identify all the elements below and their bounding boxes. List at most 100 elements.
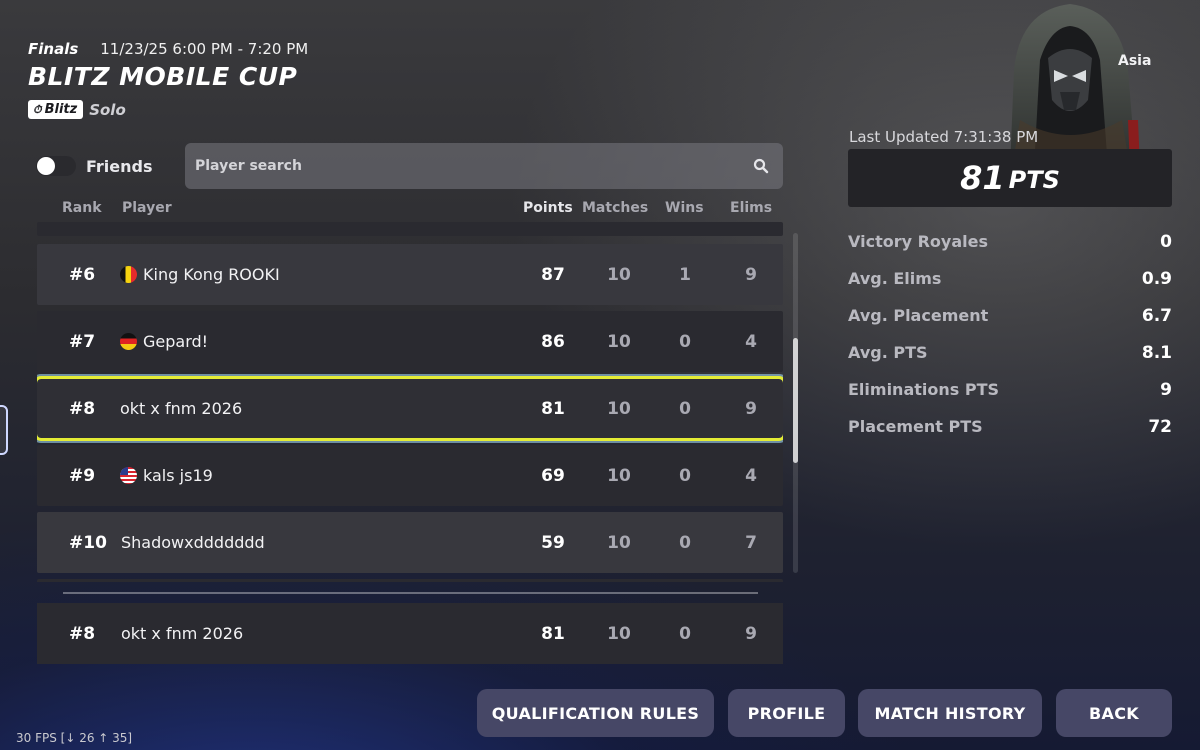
stat-value: 0: [1160, 232, 1172, 252]
usa-flag-icon: [120, 467, 137, 484]
column-header-rank: Rank: [62, 200, 102, 216]
matches-cell: 10: [607, 264, 631, 285]
event-header: Finals 11/23/25 6:00 PM - 7:20 PM: [28, 40, 308, 58]
stat-placement-pts: Placement PTS 72: [848, 417, 1172, 437]
table-row-partial: [37, 222, 783, 236]
mode-label: Solo: [89, 100, 126, 119]
column-header-wins[interactable]: Wins: [665, 200, 704, 216]
rank-cell: #8: [69, 398, 96, 419]
column-header-player: Player: [122, 200, 172, 216]
friends-filter[interactable]: Friends: [36, 156, 153, 176]
qualification-rules-button[interactable]: QUALIFICATION RULES: [477, 689, 714, 737]
elims-cell: 9: [745, 623, 757, 644]
wins-cell: 0: [679, 532, 691, 553]
matches-cell: 10: [607, 532, 631, 553]
points-cell: 87: [541, 264, 565, 285]
rank-cell: #7: [69, 331, 96, 352]
stat-avg-elims: Avg. Elims 0.9: [848, 269, 1172, 289]
total-points-unit: PTS: [1008, 166, 1060, 194]
column-header-matches[interactable]: Matches: [582, 200, 648, 216]
leaderboard-list[interactable]: #6 King Kong ROOKI 87 10 1 9 #7 Gepard! …: [37, 222, 783, 582]
stat-value: 72: [1148, 417, 1172, 437]
stat-avg-pts: Avg. PTS 8.1: [848, 343, 1172, 363]
wins-cell: 1: [679, 264, 691, 285]
fps-counter: 30 FPS [↓ 26 ↑ 35]: [16, 731, 133, 745]
table-row-selected[interactable]: #8 okt x fnm 2026 81 10 0 9: [37, 376, 783, 441]
stat-label: Placement PTS: [848, 417, 983, 436]
player-name: Shadowxddddddd: [121, 533, 265, 552]
stat-label: Victory Royales: [848, 232, 988, 251]
matches-cell: 10: [607, 331, 631, 352]
scrollbar-thumb[interactable]: [793, 338, 798, 463]
stat-label: Avg. Elims: [848, 269, 942, 288]
table-row[interactable]: #7 Gepard! 86 10 0 4: [37, 311, 783, 372]
blitz-badge-label: Blitz: [44, 102, 78, 117]
event-phase: Finals: [28, 40, 79, 58]
total-points-value: 81: [960, 159, 1005, 197]
profile-button[interactable]: PROFILE: [728, 689, 845, 737]
own-player-row[interactable]: #8 okt x fnm 2026 81 10 0 9: [37, 603, 783, 664]
player-cell: okt x fnm 2026: [120, 379, 242, 438]
table-row[interactable]: #10 Shadowxddddddd 59 10 0 7: [37, 512, 783, 573]
points-cell: 69: [541, 465, 565, 486]
search-icon[interactable]: [753, 158, 769, 174]
player-name: kals js19: [143, 466, 213, 485]
match-history-button[interactable]: MATCH HISTORY: [858, 689, 1042, 737]
belgium-flag-icon: [120, 266, 137, 283]
elims-cell: 9: [745, 398, 757, 419]
points-cell: 59: [541, 532, 565, 553]
points-cell: 81: [541, 398, 565, 419]
points-cell: 86: [541, 331, 565, 352]
side-panel-tab[interactable]: [0, 405, 8, 455]
player-search-input[interactable]: [195, 158, 695, 174]
wins-cell: 0: [679, 623, 691, 644]
elims-cell: 4: [745, 465, 757, 486]
wins-cell: 0: [679, 398, 691, 419]
blitz-badge: ⏱ Blitz: [28, 100, 84, 119]
germany-flag-icon: [120, 333, 137, 350]
player-cell: King Kong ROOKI: [120, 244, 280, 305]
table-row[interactable]: #6 King Kong ROOKI 87 10 1 9: [37, 244, 783, 305]
event-tags: ⏱ Blitz Solo: [28, 100, 126, 119]
event-title: BLITZ MOBILE CUP: [28, 62, 298, 91]
stat-value: 6.7: [1141, 306, 1172, 326]
column-header-points[interactable]: Points: [523, 200, 573, 216]
leaderboard-scrollbar[interactable]: [793, 233, 798, 573]
stat-value: 8.1: [1141, 343, 1172, 363]
matches-cell: 10: [607, 398, 631, 419]
elims-cell: 9: [745, 264, 757, 285]
divider: [63, 592, 758, 594]
player-cell: okt x fnm 2026: [121, 603, 243, 664]
blitz-icon: ⏱: [33, 102, 42, 116]
stat-value: 9: [1160, 380, 1172, 400]
table-row[interactable]: #9 kals js19 69 10 0 4: [37, 445, 783, 506]
rank-cell: #9: [69, 465, 96, 486]
column-header-elims[interactable]: Elims: [730, 200, 772, 216]
points-cell: 81: [541, 623, 565, 644]
player-cell: Shadowxddddddd: [121, 512, 265, 573]
player-cell: kals js19: [120, 445, 213, 506]
stat-label: Avg. Placement: [848, 306, 989, 325]
elims-cell: 4: [745, 331, 757, 352]
stat-value: 0.9: [1141, 269, 1172, 289]
friends-label: Friends: [86, 156, 153, 176]
region-label: Asia: [1118, 53, 1152, 69]
last-updated: Last Updated 7:31:38 PM: [849, 128, 1039, 146]
total-points-box: 81 PTS: [848, 149, 1172, 207]
player-search-box[interactable]: [185, 143, 783, 189]
matches-cell: 10: [607, 623, 631, 644]
player-name: okt x fnm 2026: [120, 399, 243, 418]
back-button[interactable]: BACK: [1056, 689, 1172, 737]
player-name: Gepard!: [143, 332, 209, 351]
table-row-partial: [37, 579, 783, 582]
player-name: King Kong ROOKI: [143, 265, 280, 284]
stat-label: Avg. PTS: [848, 343, 928, 362]
friends-toggle-switch[interactable]: [36, 156, 76, 176]
stat-avg-placement: Avg. Placement 6.7: [848, 306, 1172, 326]
rank-cell: #10: [69, 532, 107, 553]
player-name: okt x fnm 2026: [121, 624, 244, 643]
rank-cell: #6: [69, 264, 96, 285]
stat-eliminations-pts: Eliminations PTS 9: [848, 380, 1172, 400]
toggle-knob: [37, 157, 55, 175]
rank-cell: #8: [69, 623, 96, 644]
